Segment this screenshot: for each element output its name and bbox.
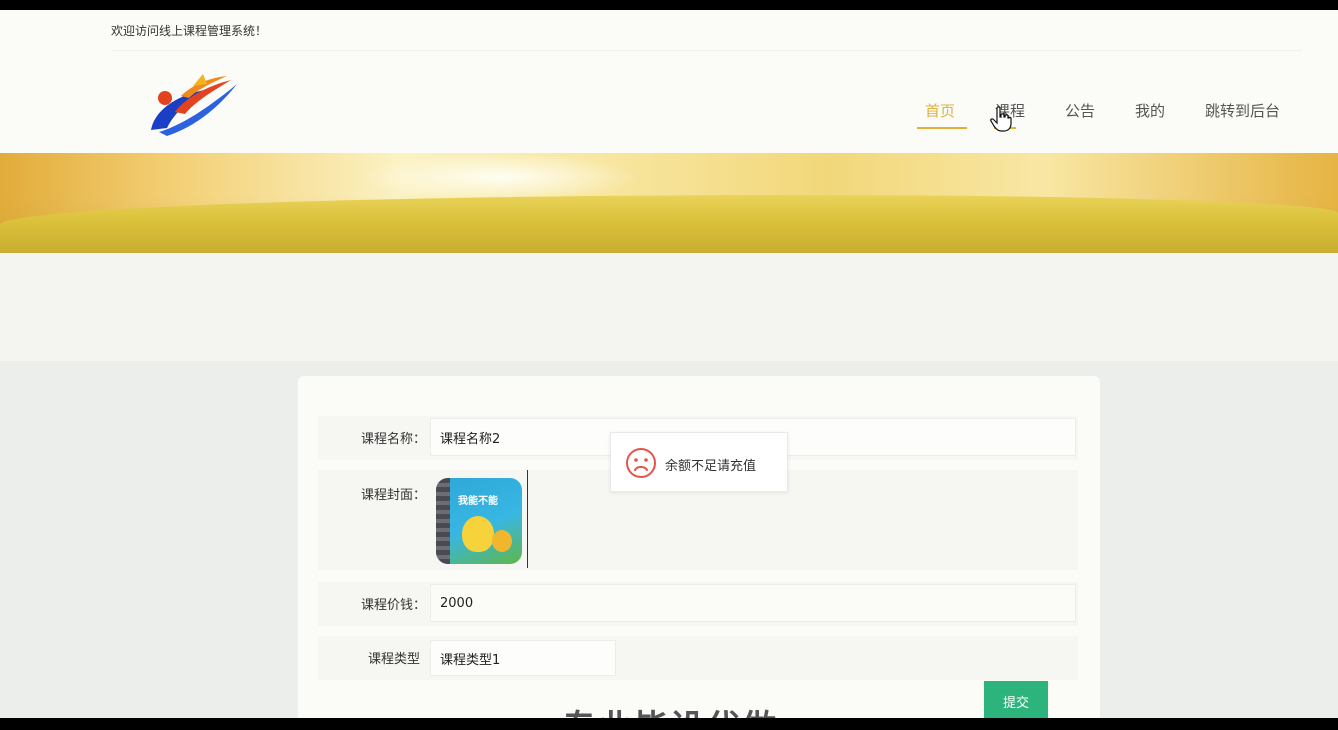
hero-banner — [0, 153, 1338, 253]
nav-item-admin[interactable]: 跳转到后台 — [1205, 100, 1280, 121]
site-logo-icon[interactable] — [145, 68, 241, 140]
course-form: 课程名称： 课程名称2 课程封面： 我能不能 课程价钱： 2000 课程类型 课… — [298, 376, 1100, 718]
nav-active-underline — [917, 127, 967, 129]
course-cover-image[interactable]: 我能不能 — [436, 478, 522, 564]
banner-haze — [360, 153, 640, 201]
watermark-text: 专业毕设代做 — [562, 700, 778, 718]
page-frame: 欢迎访问线上课程管理系统！ 首页 课程 公告 我的 跳转到后台 课程名称： 课程… — [0, 10, 1338, 718]
site-header: 欢迎访问线上课程管理系统！ 首页 课程 公告 我的 跳转到后台 — [0, 10, 1338, 153]
welcome-text: 欢迎访问线上课程管理系统！ — [111, 24, 268, 38]
form-row-course-type: 课程类型 课程类型1 — [318, 636, 1078, 680]
toast-message: 余额不足请充值 — [665, 459, 757, 474]
content-spacer — [0, 253, 1338, 361]
submit-button[interactable]: 提交 — [984, 681, 1048, 718]
cover-chick-illustration — [462, 516, 494, 552]
nav-item-mine[interactable]: 我的 — [1135, 100, 1165, 121]
form-row-course-price: 课程价钱： 2000 — [318, 582, 1078, 626]
hand-pointer-icon — [990, 106, 1012, 132]
cover-spine — [436, 478, 450, 564]
course-price-input[interactable]: 2000 — [430, 584, 1076, 622]
nav-item-home[interactable]: 首页 — [925, 100, 955, 121]
nav-item-announcements[interactable]: 公告 — [1065, 100, 1095, 121]
course-type-select[interactable]: 课程类型1 — [430, 640, 616, 676]
course-price-label: 课程价钱： — [360, 598, 426, 613]
header-divider — [111, 50, 1302, 51]
cover-title-text: 我能不能 — [458, 496, 498, 507]
course-cover-label: 课程封面： — [360, 488, 426, 503]
text-caret — [527, 470, 528, 568]
course-name-label: 课程名称： — [360, 432, 426, 447]
banner-field — [0, 195, 1338, 253]
cover-chick-illustration-small — [492, 530, 512, 552]
sad-face-icon — [626, 448, 656, 478]
course-type-label: 课程类型 — [367, 652, 420, 667]
message-toast: 余额不足请充值 — [610, 432, 788, 492]
